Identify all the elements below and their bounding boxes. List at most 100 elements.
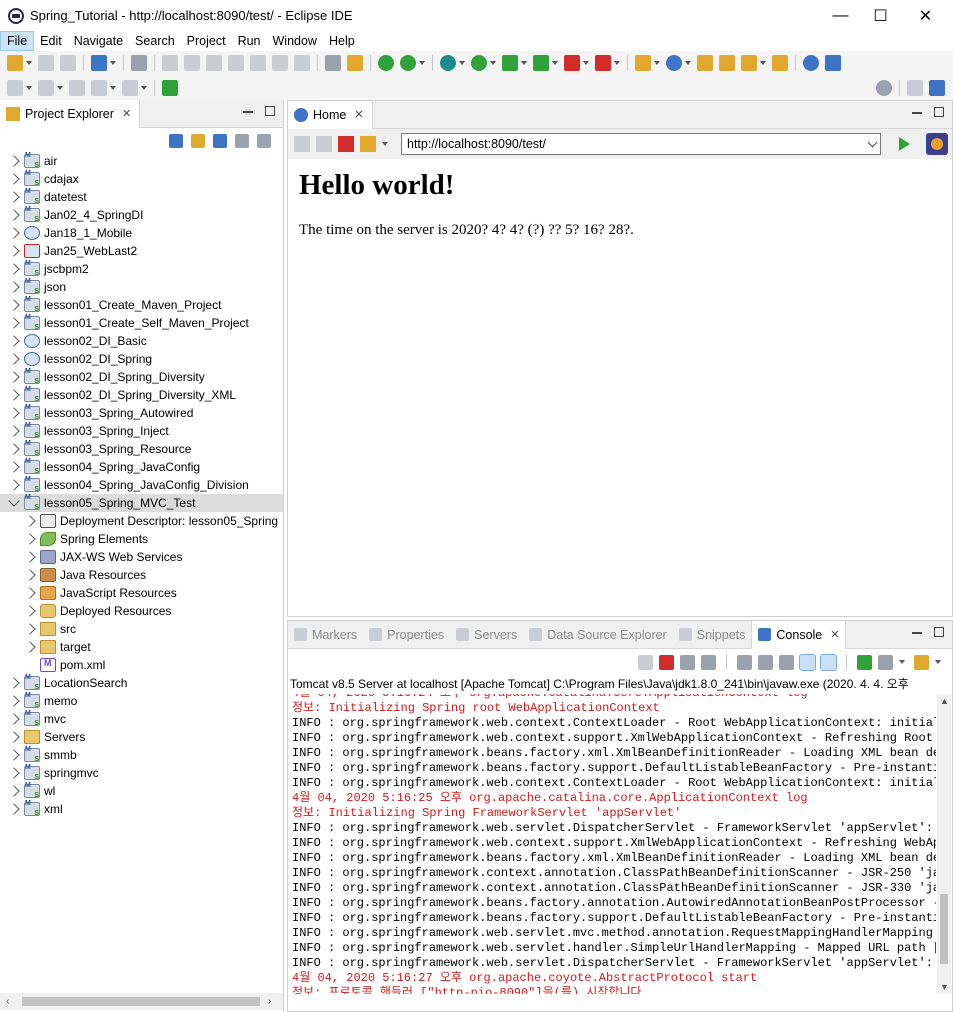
- expand-chevron-icon[interactable]: [8, 263, 20, 275]
- forward-dropdown-icon[interactable]: [141, 80, 148, 96]
- debug-icon[interactable]: [440, 55, 456, 71]
- tree-item[interactable]: datetest: [0, 188, 283, 206]
- expand-chevron-icon[interactable]: [8, 245, 20, 257]
- expand-chevron-icon[interactable]: [8, 173, 20, 185]
- open-console-icon[interactable]: [914, 654, 929, 670]
- expand-chevron-icon[interactable]: [8, 317, 20, 329]
- tab-markers[interactable]: Markers: [288, 621, 363, 649]
- tab-data-source-explorer[interactable]: Data Source Explorer: [523, 621, 673, 649]
- filter-icon[interactable]: [213, 134, 227, 148]
- clear-console-icon[interactable]: [737, 654, 752, 670]
- stop-dropdown-icon[interactable]: [583, 55, 590, 71]
- expand-chevron-icon[interactable]: [8, 209, 20, 221]
- tree-item[interactable]: lesson02_DI_Spring_Diversity: [0, 368, 283, 386]
- browser-forward-icon[interactable]: [316, 136, 332, 152]
- previous-annotation-icon[interactable]: [38, 79, 54, 96]
- step-return-icon[interactable]: [294, 55, 310, 71]
- next-annotation-dropdown-icon[interactable]: [26, 80, 33, 96]
- tree-item[interactable]: lesson01_Create_Self_Maven_Project: [0, 314, 283, 332]
- external-tools-icon[interactable]: [533, 55, 549, 71]
- expand-chevron-icon[interactable]: [24, 623, 36, 635]
- expand-chevron-icon[interactable]: [8, 785, 20, 797]
- project-explorer-tab[interactable]: Project Explorer ✕: [0, 99, 141, 128]
- expand-chevron-icon[interactable]: [8, 299, 20, 311]
- new-dropdown-icon[interactable]: [26, 55, 33, 71]
- tree-item[interactable]: xml: [0, 800, 283, 818]
- search-tool-icon[interactable]: [741, 55, 757, 71]
- expand-chevron-icon[interactable]: [8, 191, 20, 203]
- expand-chevron-icon[interactable]: [24, 587, 36, 599]
- tree-item[interactable]: lesson02_DI_Basic: [0, 332, 283, 350]
- run-dropdown-icon[interactable]: [490, 55, 497, 71]
- tab-console[interactable]: Console ✕: [751, 620, 847, 649]
- expand-chevron-icon[interactable]: [8, 803, 20, 815]
- suspend-icon[interactable]: [184, 55, 200, 71]
- tree-item[interactable]: memo: [0, 692, 283, 710]
- eclipse-icon[interactable]: [926, 133, 948, 155]
- step-over-icon[interactable]: [272, 55, 288, 71]
- expand-chevron-icon[interactable]: [8, 389, 20, 401]
- tree-item[interactable]: air: [0, 152, 283, 170]
- save-icon[interactable]: [38, 55, 54, 71]
- terminate-icon[interactable]: [206, 55, 222, 71]
- expand-chevron-icon[interactable]: [24, 605, 36, 617]
- scroll-down-icon[interactable]: ▼: [940, 982, 949, 992]
- tree-item[interactable]: json: [0, 278, 283, 296]
- disconnect-icon[interactable]: [228, 55, 244, 71]
- expand-chevron-icon[interactable]: [24, 641, 36, 653]
- tree-item[interactable]: wl: [0, 782, 283, 800]
- display-selected-console-icon[interactable]: [878, 654, 893, 670]
- publish-icon[interactable]: [400, 55, 416, 71]
- tree-item[interactable]: lesson04_Spring_JavaConfig: [0, 458, 283, 476]
- expand-chevron-icon[interactable]: [8, 713, 20, 725]
- tree-item[interactable]: cdajax: [0, 170, 283, 188]
- expand-chevron-icon[interactable]: [24, 551, 36, 563]
- tab-properties[interactable]: Properties: [363, 621, 450, 649]
- tree-item[interactable]: JAX-WS Web Services: [0, 548, 283, 566]
- tree-item[interactable]: Jan02_4_SpringDI: [0, 206, 283, 224]
- tree-item[interactable]: pom.xml: [0, 656, 283, 674]
- forward-icon[interactable]: [122, 79, 138, 96]
- display-console-dropdown-icon[interactable]: [899, 654, 906, 670]
- scroll-left-icon[interactable]: ‹: [6, 996, 9, 1007]
- show-on-stdout-icon[interactable]: [799, 653, 816, 671]
- external-tools-dropdown-icon[interactable]: [552, 55, 559, 71]
- menu-help[interactable]: Help: [323, 31, 361, 51]
- tree-item[interactable]: lesson02_DI_Spring: [0, 350, 283, 368]
- browser-refresh-icon[interactable]: [360, 136, 376, 152]
- maximize-view-icon[interactable]: [934, 627, 944, 637]
- remove-all-terminated-icon[interactable]: [701, 654, 716, 670]
- close-icon[interactable]: ✕: [354, 108, 363, 121]
- tree-item[interactable]: lesson01_Create_Maven_Project: [0, 296, 283, 314]
- tree-item[interactable]: Jan18_1_Mobile: [0, 224, 283, 242]
- back-icon[interactable]: [91, 79, 107, 96]
- relaunch-dropdown-icon[interactable]: [614, 55, 621, 71]
- new-class-icon[interactable]: [666, 55, 682, 71]
- terminate-relaunch-icon[interactable]: [638, 654, 653, 670]
- expand-chevron-icon[interactable]: [8, 155, 20, 167]
- menu-search[interactable]: Search: [129, 31, 181, 51]
- close-window-button[interactable]: ✕: [903, 0, 948, 31]
- use-step-filters-icon[interactable]: [347, 55, 363, 71]
- open-console-dropdown-icon[interactable]: [935, 654, 942, 670]
- expand-chevron-icon[interactable]: [8, 335, 20, 347]
- close-icon[interactable]: ✕: [122, 107, 131, 120]
- open-perspective-icon[interactable]: [907, 79, 923, 96]
- minimize-button[interactable]: —: [818, 0, 863, 31]
- open-type-icon[interactable]: [697, 55, 713, 71]
- close-icon[interactable]: ✕: [830, 628, 839, 641]
- scrollbar-thumb[interactable]: [940, 894, 948, 964]
- start-server-icon[interactable]: [378, 55, 394, 71]
- save-all-icon[interactable]: [60, 55, 76, 71]
- coverage-icon[interactable]: [502, 55, 518, 71]
- jee-perspective-icon[interactable]: [929, 79, 945, 96]
- console-vertical-scrollbar[interactable]: ▲ ▼: [937, 694, 951, 994]
- tree-item[interactable]: jscbpm2: [0, 260, 283, 278]
- expand-chevron-icon[interactable]: [8, 407, 20, 419]
- new-java-project-dropdown-icon[interactable]: [654, 55, 661, 71]
- word-wrap-icon[interactable]: [779, 654, 794, 670]
- tree-item[interactable]: springmvc: [0, 764, 283, 782]
- expand-chevron-icon[interactable]: [8, 695, 20, 707]
- tree-item[interactable]: JavaScript Resources: [0, 584, 283, 602]
- stop-icon[interactable]: [564, 55, 580, 71]
